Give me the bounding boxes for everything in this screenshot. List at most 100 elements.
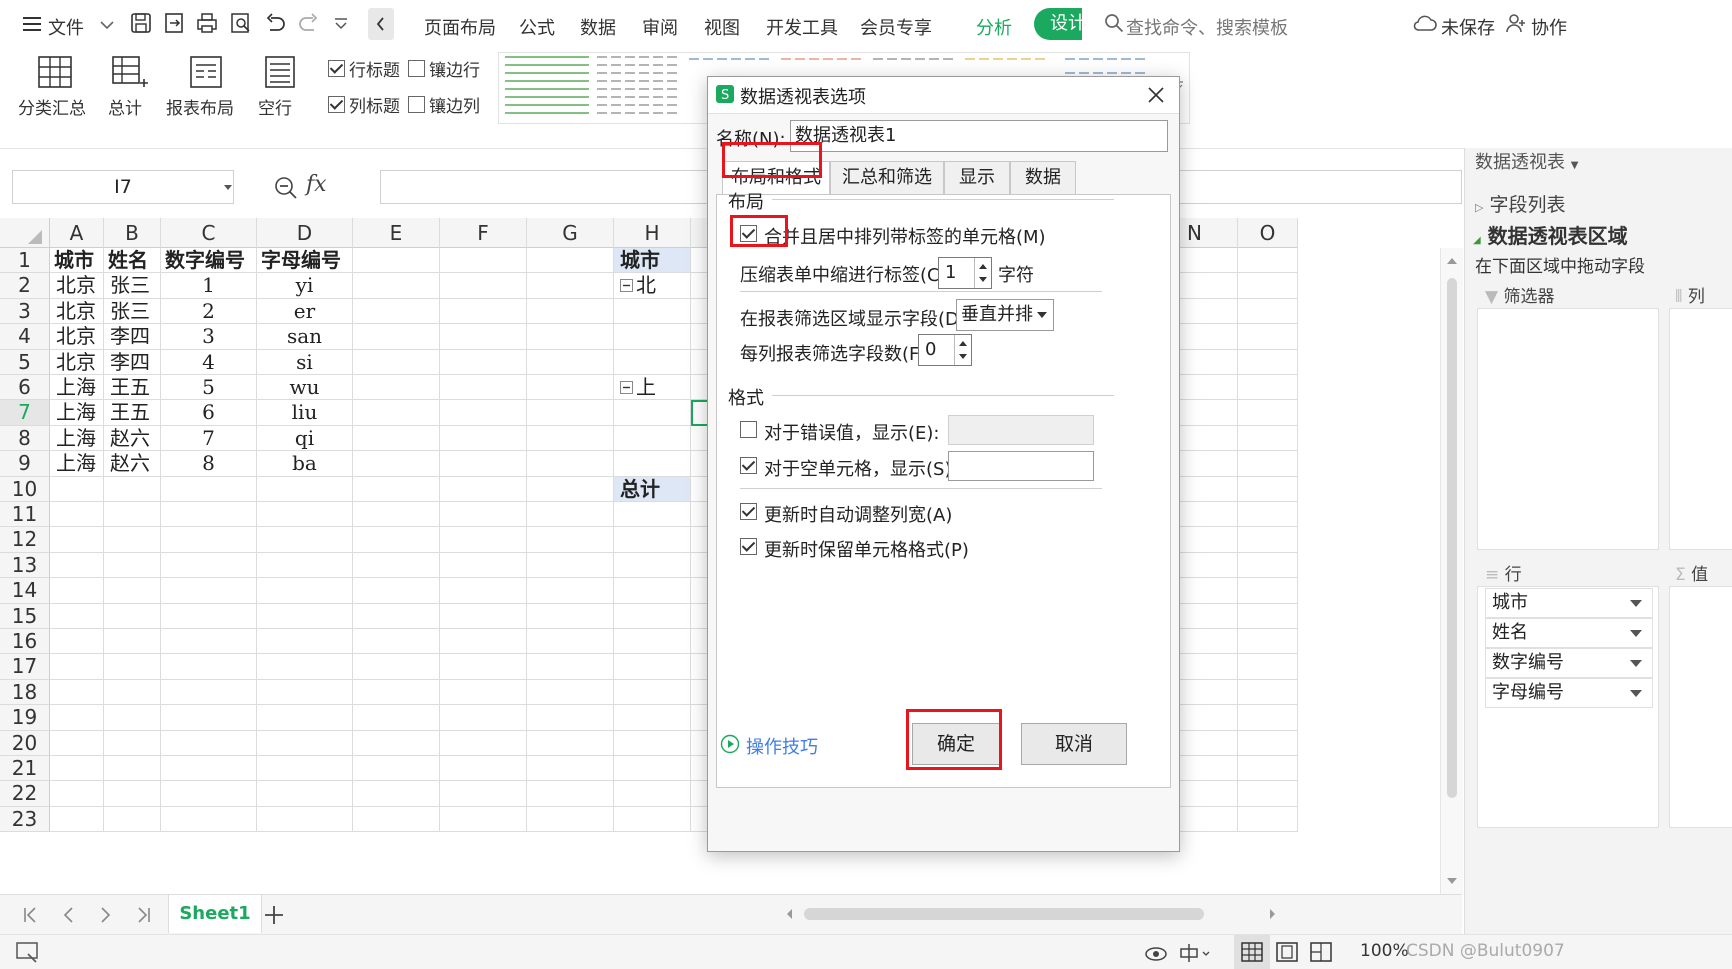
cell[interactable] <box>527 324 614 350</box>
cell[interactable] <box>50 476 104 502</box>
cell[interactable] <box>1238 629 1298 655</box>
data-cell[interactable]: 上海 <box>50 375 104 401</box>
cell[interactable] <box>440 756 527 782</box>
empty-cell-input[interactable] <box>948 451 1094 481</box>
cell[interactable] <box>353 298 440 325</box>
cell[interactable] <box>161 552 257 579</box>
cell[interactable] <box>50 552 104 579</box>
report-layout-icon[interactable] <box>190 56 222 88</box>
total-button[interactable]: 总计 <box>108 94 142 119</box>
cell[interactable] <box>440 654 527 680</box>
close-icon[interactable] <box>1146 85 1166 105</box>
column-header[interactable]: E <box>353 218 440 248</box>
column-header[interactable]: B <box>104 218 161 248</box>
macro-icon[interactable] <box>16 942 40 964</box>
cell[interactable] <box>527 400 614 426</box>
total-icon[interactable] <box>112 56 148 90</box>
cloud-icon[interactable] <box>1412 13 1438 33</box>
row-header[interactable]: 12 <box>0 527 50 553</box>
cell[interactable] <box>614 552 691 579</box>
zoom-formula-icon[interactable] <box>274 176 298 200</box>
cell[interactable] <box>440 273 527 299</box>
cell[interactable] <box>104 502 161 528</box>
input-method-icon[interactable] <box>1178 942 1212 964</box>
row-header[interactable]: 22 <box>0 781 50 807</box>
redo-icon[interactable] <box>298 12 320 34</box>
pivot-header[interactable]: 城市 <box>614 248 691 274</box>
cell[interactable] <box>440 248 527 274</box>
data-cell[interactable]: 王五 <box>104 400 161 426</box>
cell[interactable] <box>614 603 691 629</box>
cell[interactable] <box>614 730 691 756</box>
cell[interactable] <box>353 679 440 706</box>
print-preview-icon[interactable] <box>230 12 252 34</box>
collaborate-button[interactable]: 协作 <box>1531 14 1567 40</box>
cell[interactable] <box>50 806 104 833</box>
cell[interactable] <box>161 781 257 807</box>
data-cell[interactable]: 上海 <box>50 400 104 426</box>
cell[interactable] <box>257 730 353 756</box>
row-header[interactable]: 3 <box>0 298 50 325</box>
cell[interactable] <box>161 502 257 528</box>
row-header[interactable]: 9 <box>0 451 50 477</box>
row-header[interactable]: 10 <box>0 476 50 502</box>
row-header[interactable]: 1 <box>0 248 50 274</box>
cell[interactable] <box>104 679 161 706</box>
name-input[interactable]: 数据透视表1 <box>790 120 1168 152</box>
cell[interactable] <box>440 629 527 655</box>
cell[interactable] <box>257 629 353 655</box>
cell[interactable] <box>50 502 104 528</box>
cell[interactable] <box>353 552 440 579</box>
cell[interactable] <box>527 629 614 655</box>
customize-icon[interactable] <box>334 18 348 30</box>
header-cell[interactable]: 姓名 <box>104 248 161 274</box>
data-cell[interactable]: er <box>257 298 353 325</box>
name-box[interactable]: I7 <box>12 170 234 204</box>
data-cell[interactable]: 北京 <box>50 349 104 375</box>
cell[interactable] <box>1238 603 1298 629</box>
print-icon[interactable] <box>196 12 218 34</box>
banded-rows-checkbox[interactable] <box>408 60 425 77</box>
row-header[interactable]: 14 <box>0 578 50 604</box>
header-cell[interactable]: 城市 <box>50 248 104 274</box>
cell[interactable] <box>527 273 614 299</box>
cell[interactable] <box>353 705 440 731</box>
cell[interactable] <box>257 502 353 528</box>
row-header[interactable]: 16 <box>0 629 50 655</box>
cell[interactable] <box>527 705 614 731</box>
cell[interactable] <box>440 603 527 629</box>
filter-area-select[interactable]: 垂直并排 <box>956 299 1054 331</box>
row-header[interactable]: 11 <box>0 502 50 528</box>
cell[interactable] <box>353 502 440 528</box>
data-cell[interactable]: 5 <box>161 375 257 401</box>
last-sheet-icon[interactable] <box>136 907 152 923</box>
row-header[interactable]: 5 <box>0 349 50 375</box>
cell[interactable] <box>440 400 527 426</box>
row-header[interactable]: 15 <box>0 603 50 629</box>
data-cell[interactable]: 2 <box>161 298 257 325</box>
collapse-icon[interactable] <box>620 279 633 293</box>
cell[interactable] <box>614 349 691 375</box>
row-field-city[interactable]: 城市 <box>1485 588 1653 618</box>
page-layout-view-icon[interactable] <box>1276 942 1298 962</box>
cell[interactable] <box>353 400 440 426</box>
dropdown-icon[interactable] <box>1630 690 1642 697</box>
cell[interactable] <box>50 603 104 629</box>
cell[interactable] <box>50 756 104 782</box>
cell[interactable] <box>104 629 161 655</box>
data-cell[interactable]: wu <box>257 375 353 401</box>
cell[interactable] <box>440 349 527 375</box>
cell[interactable] <box>527 527 614 553</box>
dropdown-icon[interactable] <box>1037 312 1047 318</box>
header-cell[interactable]: 数字编号 <box>161 248 257 274</box>
data-cell[interactable]: 北京 <box>50 298 104 325</box>
cell[interactable] <box>257 781 353 807</box>
cell[interactable] <box>614 705 691 731</box>
cell[interactable] <box>527 806 614 833</box>
preserve-format-checkbox[interactable] <box>740 538 757 555</box>
cell[interactable] <box>614 298 691 325</box>
tab-totals-filters[interactable]: 汇总和筛选 <box>830 161 944 195</box>
data-cell[interactable]: 王五 <box>104 375 161 401</box>
row-field-number[interactable]: 数字编号 <box>1485 648 1653 678</box>
cell[interactable] <box>614 806 691 833</box>
